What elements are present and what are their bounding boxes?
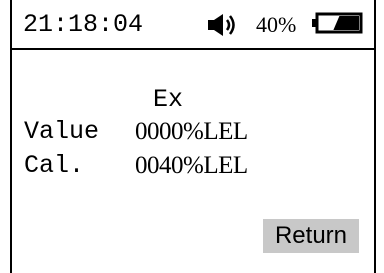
speaker-volume-icon (208, 14, 235, 36)
value-reading: 0000%LEL (135, 118, 248, 145)
cal-label: Cal. (24, 151, 85, 180)
return-button[interactable]: Return (263, 219, 359, 253)
battery-percent: 40% (256, 12, 297, 37)
device-screen: 21:18:04 40% Ex Value 0000%LEL Cal. 0040… (0, 0, 384, 273)
value-label: Value (24, 117, 100, 146)
cal-reading: 0040%LEL (135, 152, 248, 179)
clock-time: 21:18:04 (23, 10, 144, 39)
screen-frame-left (10, 0, 12, 273)
battery-icon (312, 12, 363, 34)
gas-name: Ex (153, 85, 184, 114)
screen-frame-right (374, 0, 376, 273)
status-bar-divider (10, 48, 376, 50)
